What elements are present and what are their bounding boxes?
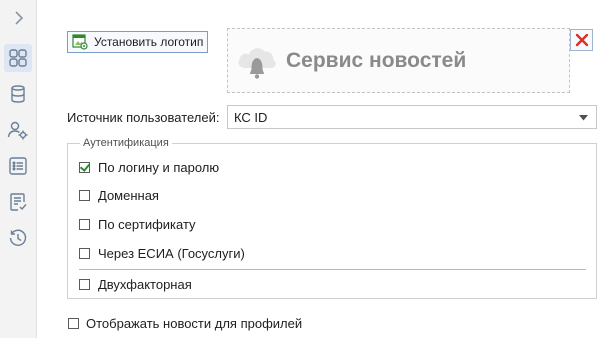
auth-option-certificate[interactable]: По сертификату (79, 217, 196, 232)
user-source-value: КС ID (234, 109, 268, 125)
auth-option-label: По логину и паролю (98, 160, 220, 175)
sidebar-item-history[interactable] (4, 224, 32, 252)
close-icon (575, 33, 588, 47)
set-logo-button[interactable]: Установить логотип (67, 31, 208, 53)
cloud-bell-icon (238, 48, 276, 79)
logo-preview-content: Сервис новостей (234, 38, 466, 84)
logo-preview-text: Сервис новостей (286, 49, 467, 72)
auth-option-label: Через ЕСИА (Госуслуги) (98, 246, 245, 261)
auth-option-esia[interactable]: Через ЕСИА (Госуслуги) (79, 246, 245, 261)
sidebar-item-list[interactable] (4, 152, 32, 180)
auth-option-two-factor[interactable]: Двухфакторная (79, 277, 192, 292)
set-logo-button-label: Установить логотип (94, 35, 204, 49)
expand-sidebar-button[interactable] (4, 4, 32, 32)
checkbox[interactable] (79, 279, 90, 290)
chevron-down-icon (579, 115, 588, 121)
auth-option-domain[interactable]: Доменная (79, 188, 159, 203)
auth-option-label: Доменная (98, 188, 159, 203)
image-settings-icon (72, 34, 88, 50)
history-icon (9, 229, 27, 246)
dashboard-grid-icon (9, 49, 27, 67)
checkbox[interactable] (79, 248, 90, 259)
show-news-for-profiles[interactable]: Отображать новости для профилей (68, 316, 302, 331)
divider (79, 269, 586, 270)
auth-option-label: Двухфакторная (98, 277, 192, 292)
auth-option-label: По сертификату (98, 217, 196, 232)
auth-option-login-password[interactable]: По логину и паролю (79, 160, 219, 175)
sidebar-item-dashboard[interactable] (4, 44, 32, 72)
left-sidebar (0, 0, 37, 338)
authentication-group: Аутентификация По логину и паролю Доменн… (67, 137, 597, 299)
sidebar-item-users[interactable] (4, 116, 32, 144)
user-source-label: Источник пользователей: (67, 110, 220, 125)
checkbox[interactable] (79, 162, 90, 173)
sidebar-item-documents[interactable] (4, 188, 32, 216)
list-icon (9, 157, 27, 175)
logo-preview: Сервис новостей (227, 28, 570, 93)
user-source-select[interactable]: КС ID (227, 105, 597, 129)
authentication-legend: Аутентификация (80, 137, 172, 149)
chevron-right-icon (15, 11, 24, 25)
checkbox[interactable] (79, 190, 90, 201)
checkbox[interactable] (68, 318, 79, 329)
database-icon (11, 85, 25, 103)
show-news-for-profiles-label: Отображать новости для профилей (86, 316, 303, 331)
checkbox[interactable] (79, 219, 90, 230)
sidebar-item-database[interactable] (4, 80, 32, 108)
document-check-icon (10, 193, 27, 211)
remove-logo-button[interactable] (570, 29, 593, 51)
users-settings-icon (7, 121, 28, 140)
